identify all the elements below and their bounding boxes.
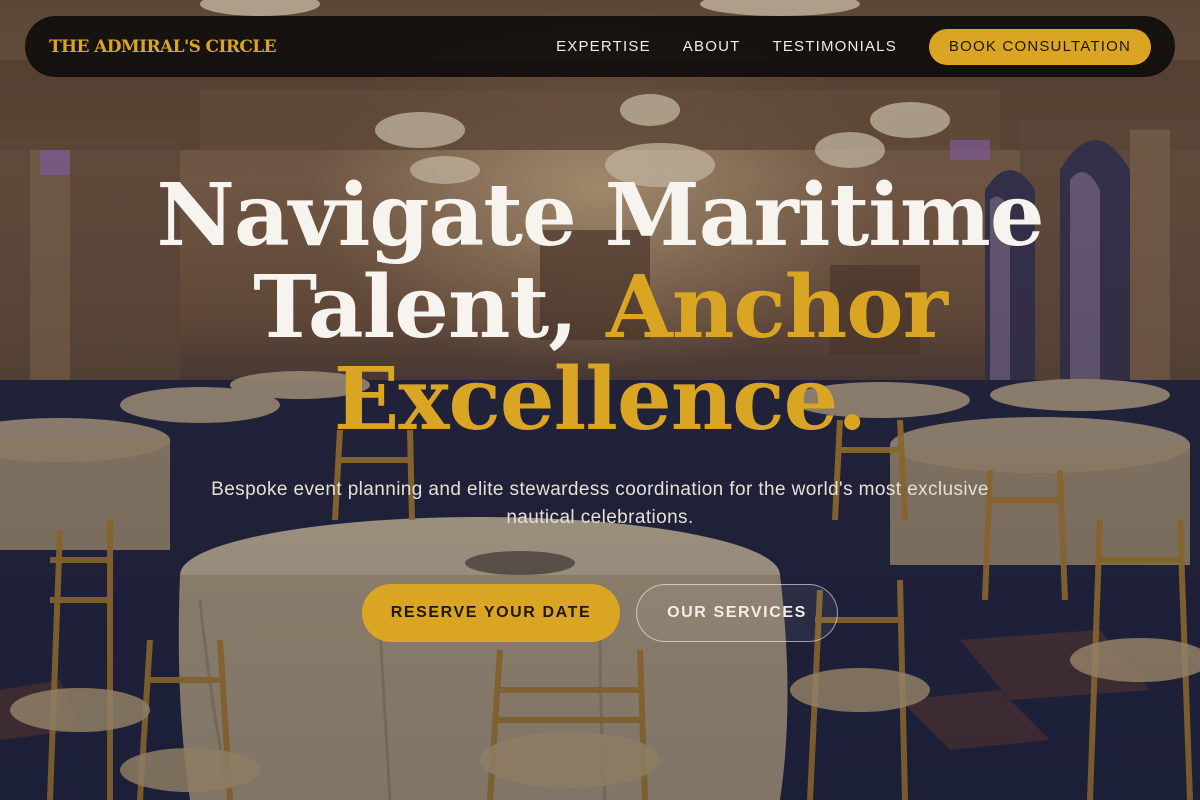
brand-logo[interactable]: THE ADMIRAL'S CIRCLE — [49, 37, 277, 57]
book-consultation-button[interactable]: BOOK CONSULTATION — [928, 28, 1151, 65]
our-services-button[interactable]: OUR SERVICES — [636, 584, 838, 642]
nav-link-about[interactable]: ABOUT — [683, 38, 741, 55]
headline-line-1: Navigate Maritime — [156, 165, 1044, 266]
hero-section: Navigate Maritime Talent, Anchor Excelle… — [0, 170, 1200, 642]
hero-actions: RESERVE YOUR DATE OUR SERVICES — [0, 584, 1200, 642]
nav-link-testimonials[interactable]: TESTIMONIALS — [772, 38, 896, 55]
hero-subheadline: Bespoke event planning and elite steward… — [211, 479, 989, 528]
reserve-your-date-button[interactable]: RESERVE YOUR DATE — [362, 584, 620, 642]
top-navigation: THE ADMIRAL'S CIRCLE EXPERTISE ABOUT TES… — [25, 16, 1175, 77]
hero-headline: Navigate Maritime Talent, Anchor Excelle… — [0, 170, 1200, 446]
headline-line-2-gold: Anchor — [606, 257, 948, 358]
nav-links: EXPERTISE ABOUT TESTIMONIALS BOOK CONSUL… — [556, 28, 1151, 65]
headline-line-2-white: Talent, — [253, 257, 607, 358]
headline-line-3-gold: Excellence. — [333, 349, 868, 450]
nav-link-expertise[interactable]: EXPERTISE — [556, 38, 651, 55]
